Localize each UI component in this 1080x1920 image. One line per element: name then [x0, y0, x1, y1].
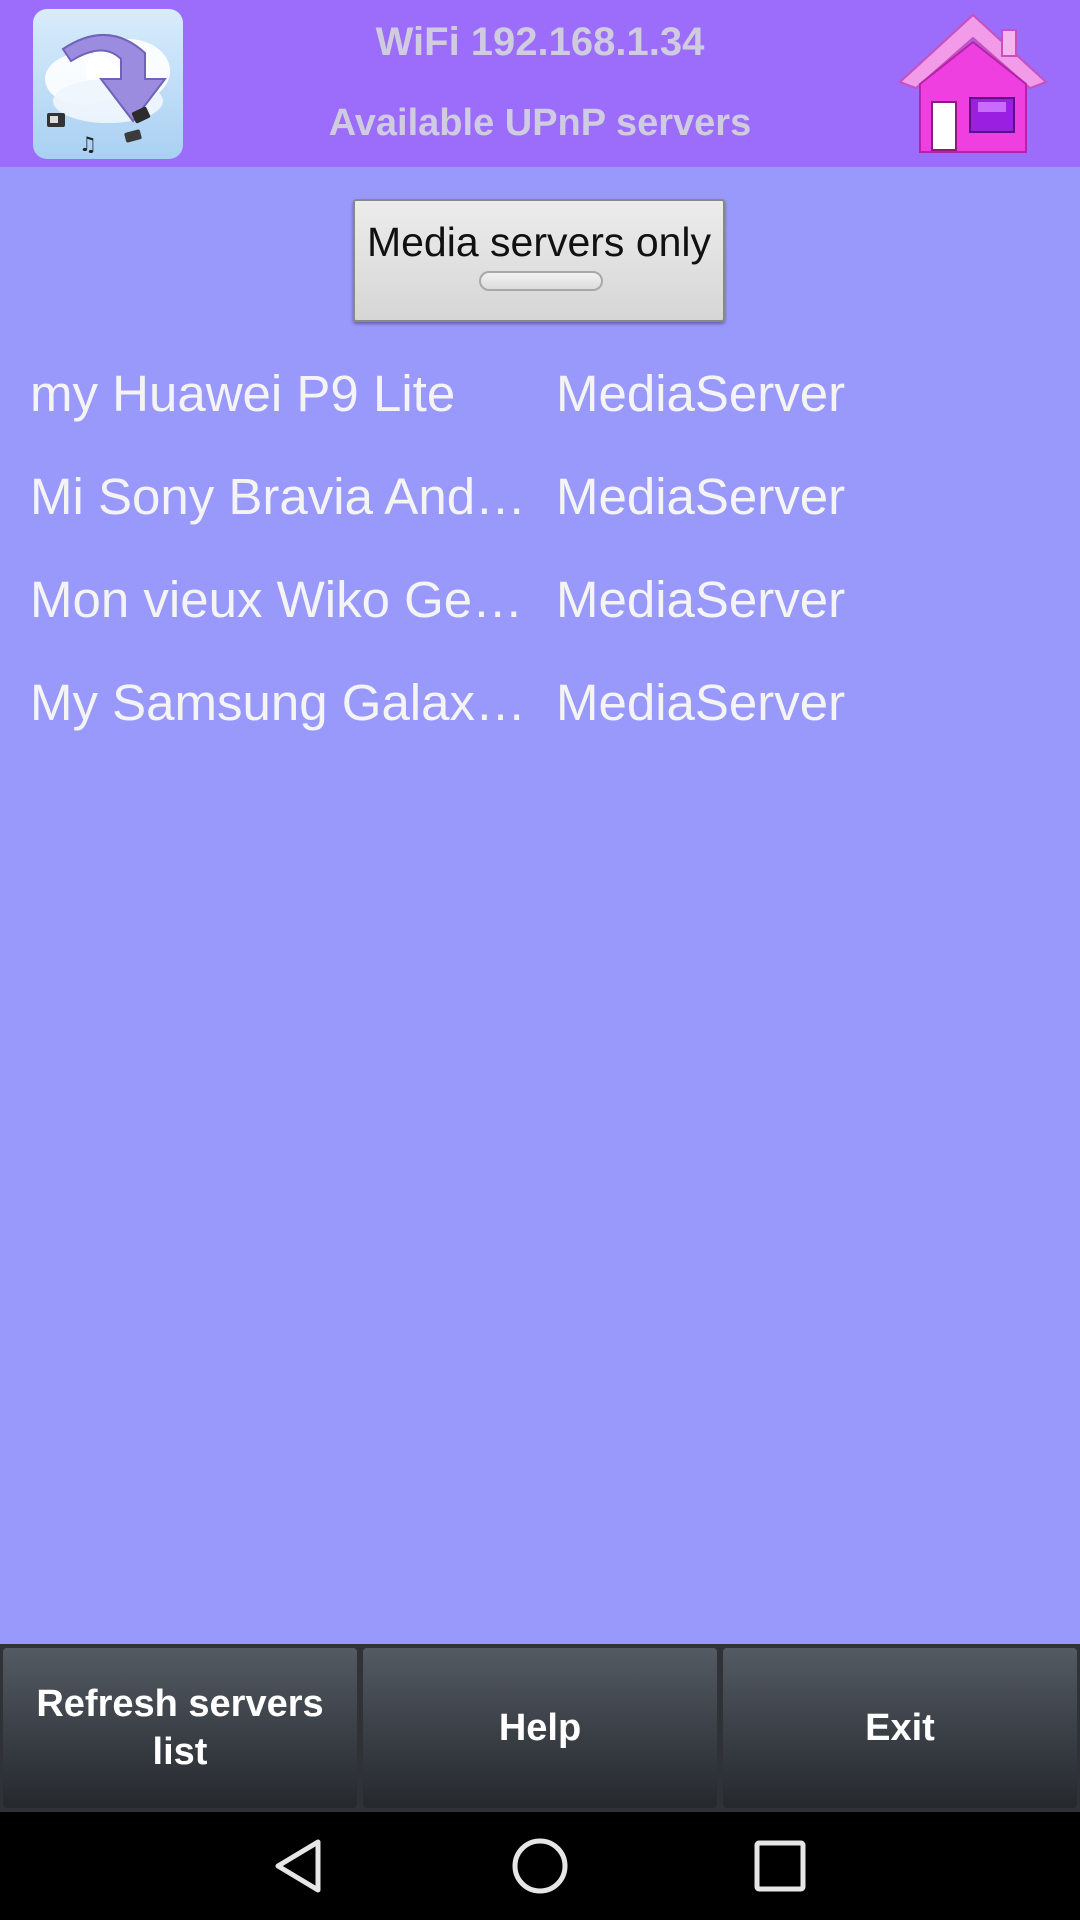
house-icon[interactable] — [898, 10, 1048, 160]
help-button[interactable]: Help — [363, 1648, 717, 1808]
media-servers-only-toggle[interactable]: Media servers only — [353, 199, 725, 322]
connection-title: WiFi 192.168.1.34 — [375, 20, 705, 64]
server-name: my Huawei P9 Lite — [30, 365, 456, 422]
server-type: MediaServer — [556, 365, 846, 422]
action-bar: Refresh servers list Help Exit — [0, 1644, 1080, 1812]
refresh-servers-button[interactable]: Refresh servers list — [3, 1648, 357, 1808]
recents-square-icon[interactable] — [748, 1834, 812, 1898]
exit-button[interactable]: Exit — [723, 1648, 1077, 1808]
system-nav-bar — [0, 1812, 1080, 1920]
refresh-servers-label: Refresh servers list — [36, 1683, 324, 1773]
home-circle-icon[interactable] — [508, 1834, 572, 1898]
page-subtitle: Available UPnP servers — [328, 102, 752, 144]
server-type: MediaServer — [556, 674, 846, 731]
server-row[interactable]: my Huawei P9 Lite MediaServer — [0, 350, 1080, 453]
house-graphic — [898, 13, 1048, 153]
server-row[interactable]: Mi Sony Bravia And… MediaServer — [0, 453, 1080, 556]
back-icon[interactable] — [268, 1834, 332, 1898]
toggle-label: Media servers only — [366, 219, 712, 265]
server-list: my Huawei P9 Lite MediaServer Mi Sony Br… — [0, 350, 1080, 762]
server-type: MediaServer — [556, 468, 846, 525]
cloud-download-icon[interactable]: ♫ — [33, 9, 183, 159]
exit-label: Exit — [865, 1707, 935, 1749]
server-name: Mi Sony Bravia And… — [30, 468, 527, 525]
svg-text:♫: ♫ — [79, 132, 97, 156]
server-type: MediaServer — [556, 571, 846, 628]
help-label: Help — [498, 1707, 582, 1749]
app-logo-graphic: ♫ — [45, 34, 170, 156]
server-row[interactable]: Mon vieux Wiko Ge… MediaServer — [0, 556, 1080, 659]
server-name: My Samsung Galax… — [30, 674, 527, 731]
server-name: Mon vieux Wiko Ge… — [30, 571, 524, 628]
app-header: ♫ WiFi 192.168.1.34 Available UPnP serve… — [0, 0, 1080, 167]
server-row[interactable]: My Samsung Galax… MediaServer — [0, 659, 1080, 762]
toggle-indicator — [479, 271, 603, 291]
